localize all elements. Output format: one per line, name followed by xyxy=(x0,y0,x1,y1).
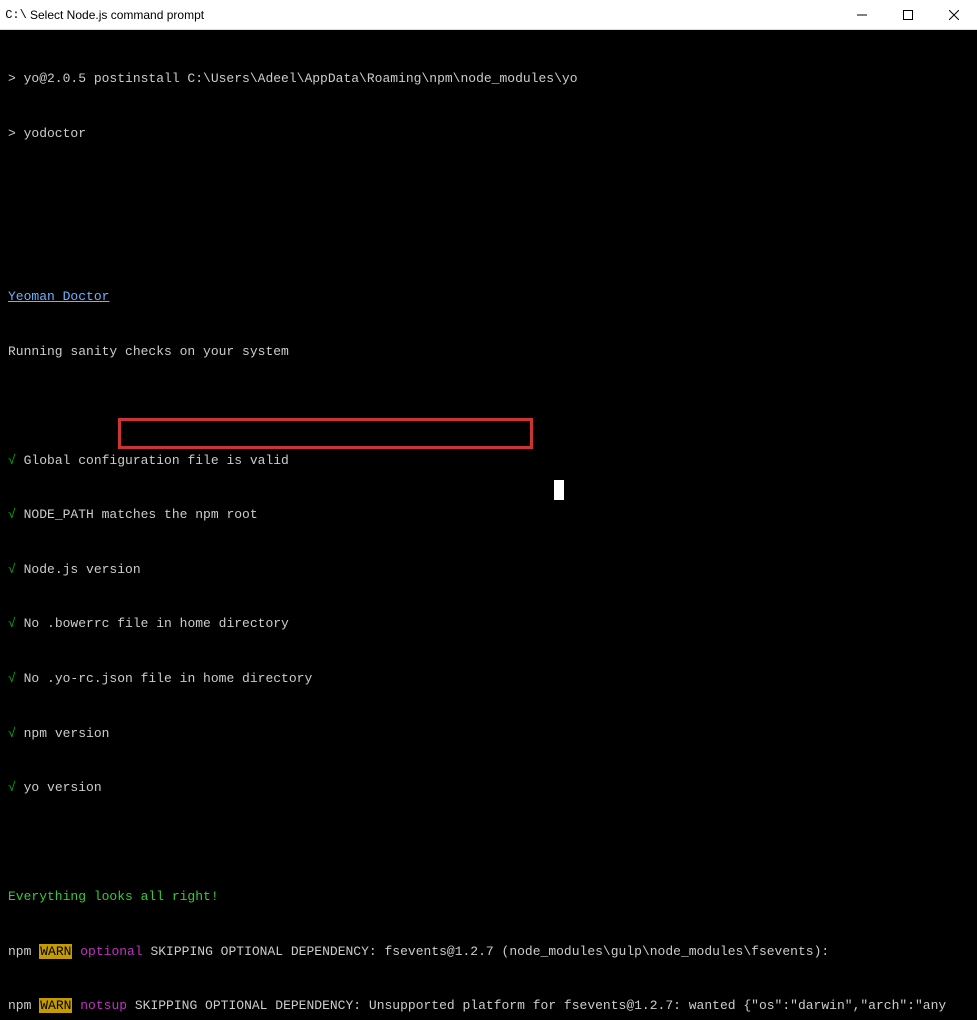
close-button[interactable] xyxy=(931,0,977,29)
cmd-icon: C:\ xyxy=(8,7,24,23)
check-icon: √ xyxy=(8,780,16,795)
check-line: √ No .yo-rc.json file in home directory xyxy=(8,670,969,688)
minimize-button[interactable] xyxy=(839,0,885,29)
warn-badge: WARN xyxy=(39,944,72,959)
check-icon: √ xyxy=(8,562,16,577)
output-line xyxy=(8,234,969,252)
window-title: Select Node.js command prompt xyxy=(30,8,839,22)
check-line: √ NODE_PATH matches the npm root xyxy=(8,506,969,524)
maximize-button[interactable] xyxy=(885,0,931,29)
output-line: Running sanity checks on your system xyxy=(8,343,969,361)
status-ok: Everything looks all right! xyxy=(8,888,969,906)
check-line: √ Node.js version xyxy=(8,561,969,579)
terminal-output[interactable]: > yo@2.0.5 postinstall C:\Users\Adeel\Ap… xyxy=(0,30,977,510)
warn-line: npm WARN optional SKIPPING OPTIONAL DEPE… xyxy=(8,943,969,961)
titlebar: C:\ Select Node.js command prompt xyxy=(0,0,977,30)
check-line: √ yo version xyxy=(8,779,969,797)
check-line: √ Global configuration file is valid xyxy=(8,452,969,470)
check-icon: √ xyxy=(8,671,16,686)
output-line xyxy=(8,180,969,198)
yeoman-doctor-link[interactable]: Yeoman Doctor xyxy=(8,289,109,304)
mouse-cursor-icon xyxy=(554,480,564,500)
highlight-box xyxy=(118,418,533,449)
check-line: √ npm version xyxy=(8,725,969,743)
output-line: > yo@2.0.5 postinstall C:\Users\Adeel\Ap… xyxy=(8,70,969,88)
check-icon: √ xyxy=(8,616,16,631)
check-line: √ No .bowerrc file in home directory xyxy=(8,615,969,633)
output-line: > yodoctor xyxy=(8,125,969,143)
output-line xyxy=(8,834,969,852)
window-controls xyxy=(839,0,977,29)
output-line xyxy=(8,397,969,415)
check-icon: √ xyxy=(8,453,16,468)
warn-badge: WARN xyxy=(39,998,72,1013)
warn-line: npm WARN notsup SKIPPING OPTIONAL DEPEND… xyxy=(8,997,969,1015)
check-icon: √ xyxy=(8,726,16,741)
output-line: Yeoman Doctor xyxy=(8,288,969,306)
